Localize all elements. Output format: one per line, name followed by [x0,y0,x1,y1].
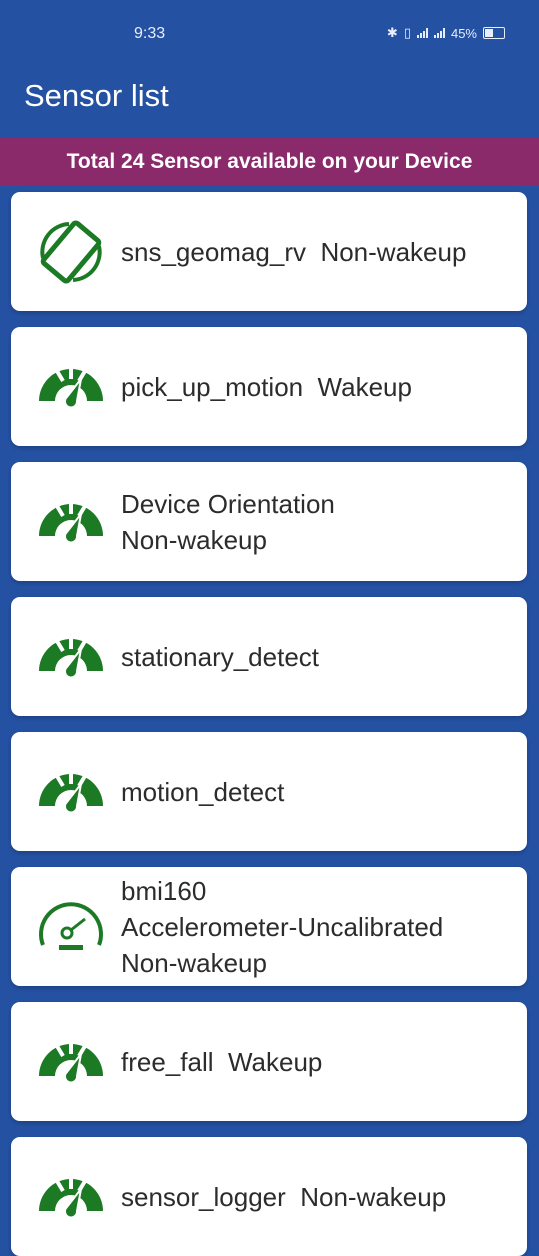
sensor-name: sensor_logger Non-wakeup [121,1179,458,1215]
sensor-name-line: stationary_detect [121,641,320,672]
sensor-name: motion_detect [121,774,296,810]
speedometer-icon [33,349,109,425]
sensor-name-line: sensor_logger Non-wakeup [121,1181,447,1212]
vibrate-icon: ▯ [403,25,411,40]
status-icons: ✱ ▯ 45% [387,25,505,41]
sensor-name-line: motion_detect [121,776,285,807]
screen-rotation-icon [33,214,109,290]
page-title: Sensor list [24,78,169,113]
speedometer-icon [33,1159,109,1235]
sensor-name-line: Device Orientation [121,488,335,519]
status-bar: 9:33 ✱ ▯ 45% [0,0,539,68]
sensor-card[interactable]: free_fall Wakeup [11,1002,527,1121]
battery-icon [483,27,505,39]
sensor-card[interactable]: stationary_detect [11,597,527,716]
status-time: 9:33 [134,25,166,42]
sensor-name-line: Non-wakeup [121,524,267,555]
sensor-name-line: Accelerometer-Uncalibrated [121,911,444,942]
sensor-name: stationary_detect [121,639,331,675]
sensor-name: sns_geomag_rv Non-wakeup [121,234,478,270]
sensor-name: pick_up_motion Wakeup [121,369,424,405]
speedometer-icon [33,754,109,830]
sensor-name: bmi160 Accelerometer-Uncalibrated Non-wake… [121,873,455,981]
sensor-card[interactable]: sensor_logger Non-wakeup [11,1137,527,1256]
sensor-name: Device Orientation Non-wakeup [121,486,347,558]
sensor-card[interactable]: motion_detect [11,732,527,851]
sensor-name-line: sns_geomag_rv Non-wakeup [121,236,467,267]
battery-percentage: 45% [450,25,477,41]
sensor-card[interactable]: pick_up_motion Wakeup [11,327,527,446]
app-bar: Sensor list [0,68,539,138]
signal-icon [433,28,445,38]
sensor-card[interactable]: sns_geomag_rv Non-wakeup [11,192,527,311]
sensor-name-line: Non-wakeup [121,947,267,978]
speedometer-icon [33,484,109,560]
signal-icon [416,28,428,38]
sensor-name-line: free_fall Wakeup [121,1046,323,1077]
sensor-name-line: bmi160 [121,875,207,906]
speedometer-icon [33,1024,109,1100]
speedometer-icon [33,619,109,695]
banner-text: Total 24 Sensor available on your Device [66,150,473,173]
bluetooth-icon: ✱ [386,25,398,40]
sensor-count-banner: Total 24 Sensor available on your Device [0,138,539,186]
sensor-card[interactable]: Device Orientation Non-wakeup [11,462,527,581]
sensor-name: free_fall Wakeup [121,1044,334,1080]
gauge-outline-icon [33,889,109,965]
sensor-card[interactable]: bmi160 Accelerometer-Uncalibrated Non-wake… [11,867,527,986]
sensor-name-line: pick_up_motion Wakeup [121,371,412,402]
